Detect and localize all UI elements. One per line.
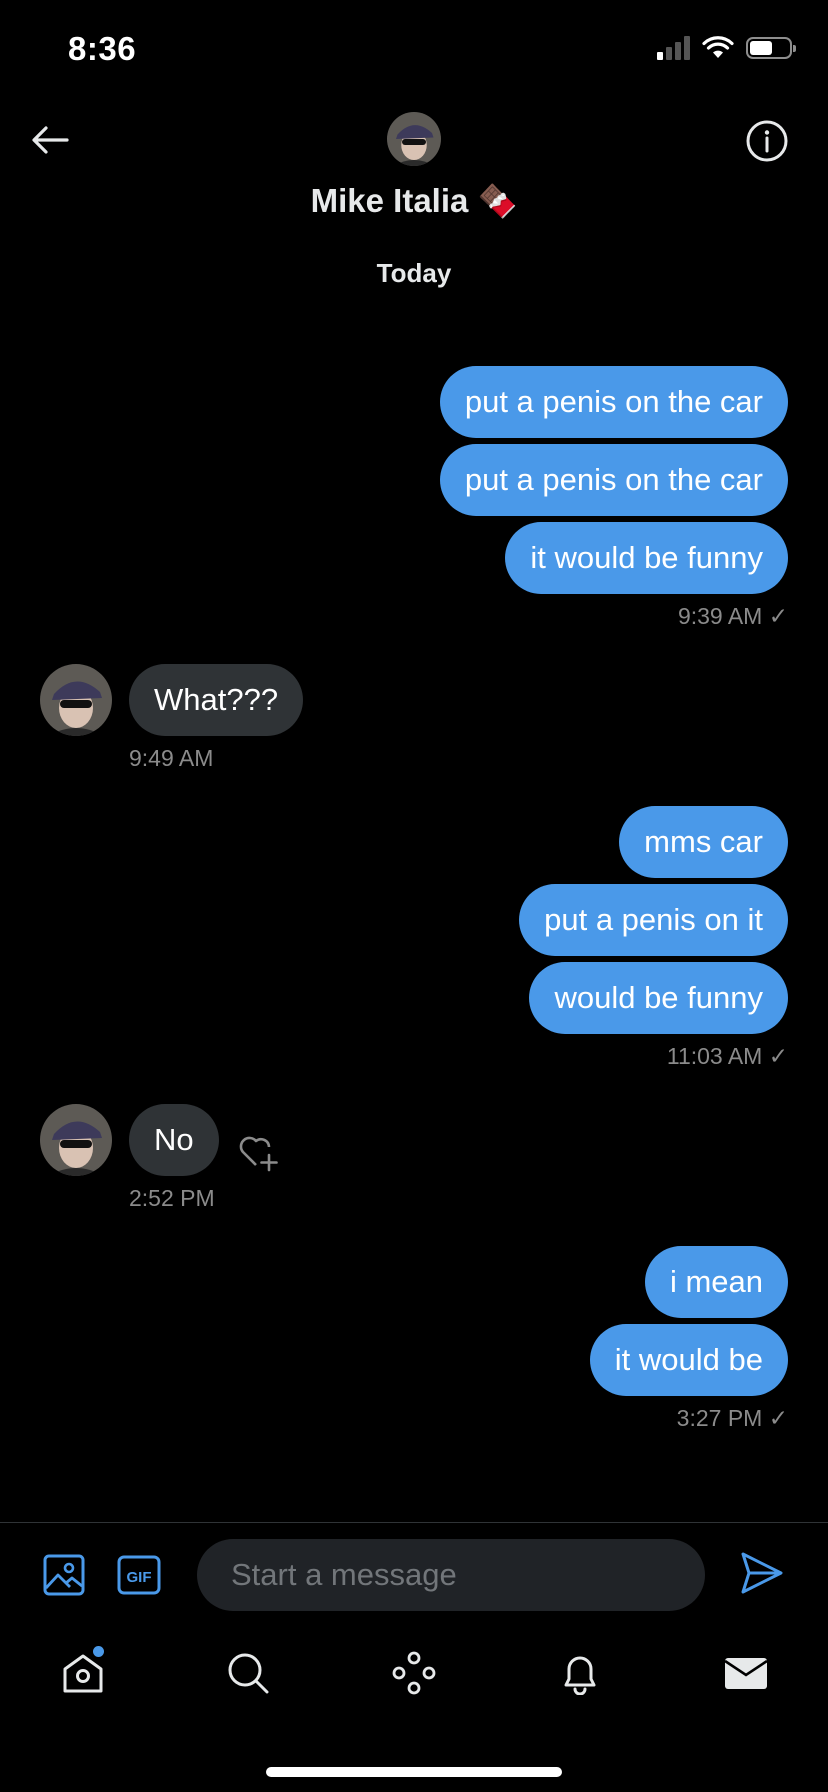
message-timestamp: 9:49 AM [129, 745, 214, 771]
outgoing-message[interactable]: it would be [589, 1324, 788, 1396]
message-timestamp: 9:39 AM ✓ [677, 603, 788, 629]
incoming-message[interactable]: What??? [129, 664, 304, 736]
contact-name[interactable]: Mike Italia 🍫 [0, 182, 828, 220]
tab-notifications[interactable] [555, 1648, 605, 1698]
contact-photo [387, 112, 441, 166]
message-timestamp: 3:27 PM ✓ [676, 1405, 788, 1431]
home-indicator [266, 1767, 562, 1777]
incoming-message[interactable]: No [129, 1104, 219, 1176]
back-arrow-icon [32, 126, 69, 154]
search-icon [228, 1653, 269, 1694]
add-reaction-button[interactable] [236, 1130, 280, 1174]
message-input[interactable] [197, 1539, 705, 1611]
status-time: 8:36 [68, 30, 137, 67]
outgoing-message[interactable]: it would be funny [505, 522, 788, 594]
status-icons [657, 36, 796, 60]
outgoing-message[interactable]: mms car [619, 806, 788, 878]
conversation-header: Mike Italia 🍫 Today [0, 100, 828, 300]
send-icon [741, 1552, 783, 1594]
bottom-tab-bar [0, 1640, 828, 1710]
contact-avatar[interactable] [387, 112, 441, 166]
message-timestamp: 2:52 PM [129, 1185, 215, 1211]
outgoing-message[interactable]: would be funny [529, 962, 788, 1034]
outgoing-message[interactable]: put a penis on the car [439, 444, 788, 516]
add-gif-button[interactable]: GIF [117, 1553, 161, 1597]
spaces-icon [392, 1651, 436, 1695]
gif-icon: GIF [117, 1555, 161, 1595]
status-bar: 8:36 [0, 0, 828, 100]
chocolate-bar-emoji: 🍫 [477, 183, 518, 219]
heart-plus-icon [239, 1136, 278, 1172]
conversation-info-button[interactable] [744, 118, 790, 164]
home-icon [63, 1654, 103, 1693]
bell-icon [564, 1656, 596, 1695]
outgoing-message[interactable]: put a penis on the car [439, 366, 788, 438]
info-icon [746, 120, 788, 162]
gif-label: GIF [127, 1569, 152, 1586]
sender-photo [40, 664, 112, 736]
mail-icon [724, 1658, 768, 1689]
tab-home[interactable] [58, 1646, 108, 1698]
sender-avatar[interactable] [40, 664, 112, 736]
back-button[interactable] [28, 118, 72, 162]
message-timestamp: 11:03 AM ✓ [666, 1043, 788, 1069]
notification-dot [93, 1646, 104, 1657]
add-photo-button[interactable] [42, 1553, 86, 1597]
send-button[interactable] [740, 1551, 784, 1595]
battery-icon [746, 37, 796, 59]
outgoing-message[interactable]: i mean [644, 1246, 788, 1318]
day-separator: Today [376, 258, 452, 288]
message-composer: GIF [0, 1522, 828, 1623]
sender-photo [40, 1104, 112, 1176]
outgoing-message[interactable]: put a penis on it [519, 884, 788, 956]
tab-spaces[interactable] [389, 1648, 439, 1698]
tab-search[interactable] [223, 1648, 273, 1698]
cellular-signal-icon [657, 36, 690, 60]
tab-messages[interactable] [721, 1648, 771, 1698]
contact-name-text: Mike Italia [310, 182, 469, 219]
wifi-icon [702, 36, 734, 58]
sender-avatar[interactable] [40, 1104, 112, 1176]
image-icon [43, 1554, 85, 1596]
